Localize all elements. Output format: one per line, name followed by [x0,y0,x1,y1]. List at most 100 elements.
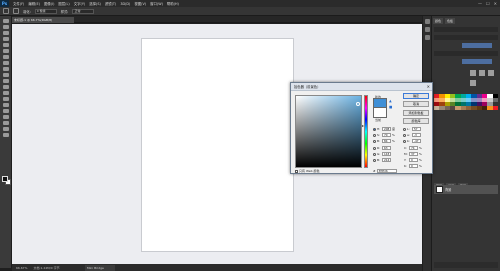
tab-swatches[interactable]: 色板 [445,18,456,24]
panel-blue-bar[interactable] [462,43,492,48]
input-s[interactable]: 70 [382,133,391,137]
maximize-icon[interactable]: ☐ [486,1,490,6]
properties-icon[interactable] [424,27,430,32]
input-c[interactable]: 74 [409,146,418,150]
move-tool-icon[interactable] [2,19,9,23]
panel-slider-row[interactable] [434,27,498,32]
blur-tool-icon[interactable] [2,91,9,95]
menu-window[interactable]: 窗口(W) [150,1,163,6]
menu-help[interactable]: 帮助(H) [167,1,179,6]
swatches-grid[interactable] [434,94,498,128]
out-of-gamut-icon[interactable]: ▲ [389,99,392,103]
menu-file[interactable]: 文件(F) [13,1,24,6]
adjustment-icon[interactable] [470,70,476,76]
color-field-cursor[interactable] [356,102,360,106]
zoom-tool-icon[interactable] [2,133,9,137]
hue-slider[interactable] [364,95,368,168]
input-a[interactable]: -3 [412,133,421,137]
radio-blue[interactable] [373,158,376,162]
shape-tool-icon[interactable] [2,121,9,125]
cancel-button[interactable]: 取消 [403,101,429,107]
current-color-swatch[interactable] [373,108,387,118]
close-icon[interactable]: ✕ [494,1,497,6]
history-icon[interactable] [424,19,430,24]
eyedropper-tool-icon[interactable] [2,49,9,53]
dialog-title: 拾色器（前景色） [291,83,432,91]
label-h: H: [377,127,381,131]
ok-button[interactable]: 确定 [403,93,429,99]
feather-input[interactable]: 0 像素 [34,8,57,14]
menu-3d[interactable]: 3D(D) [120,2,130,6]
document-tab[interactable]: 未标题-1 @ 66.7%(RGB/8) [12,17,74,23]
input-y[interactable]: 0 [409,158,418,162]
style-select[interactable]: 正常 [72,8,95,14]
radio-s[interactable] [373,133,376,137]
input-g[interactable]: 143 [382,152,391,156]
menu-view[interactable]: 视图(V) [134,1,146,6]
eraser-tool-icon[interactable] [2,79,9,83]
zoom-level[interactable]: 66.67% [16,266,27,270]
input-lab-b[interactable]: -47 [412,139,421,143]
close-icon[interactable]: ✕ [427,84,430,89]
add-to-swatches-button[interactable]: 添加到色板 [403,110,429,116]
radio-a[interactable] [403,133,406,137]
radio-b[interactable] [373,139,376,143]
foreground-background-colors[interactable] [2,176,11,185]
input-l[interactable]: 57 [412,127,421,131]
input-r[interactable]: 63 [382,146,391,150]
menu-type[interactable]: 文字(Y) [74,1,86,6]
input-k[interactable]: 0 [409,164,418,168]
adjustment-icon[interactable] [470,80,476,86]
dodge-tool-icon[interactable] [2,97,9,101]
marquee-tool-icon[interactable] [3,8,9,14]
mini-bridge-tab[interactable]: Mini Bridge [85,265,115,271]
input-b[interactable]: 84 [382,139,391,143]
menu-filter[interactable]: 滤镜(T) [105,1,117,6]
type-tool-icon[interactable] [2,109,9,113]
clone-stamp-tool-icon[interactable] [2,67,9,71]
minimize-icon[interactable]: — [478,1,482,6]
tab-color[interactable]: 颜色 [433,18,444,24]
web-safe-cube-icon[interactable]: ■ [389,105,392,109]
marquee-tool-icon[interactable] [2,25,9,29]
menu-layer[interactable]: 图层(L) [58,1,69,6]
healing-tool-icon[interactable] [2,55,9,59]
selection-mode-icon[interactable] [13,8,19,14]
radio-l[interactable] [403,127,406,131]
pen-tool-icon[interactable] [2,103,9,107]
lasso-tool-icon[interactable] [2,31,9,35]
input-h[interactable]: 208 [382,127,391,131]
gradient-tool-icon[interactable] [2,85,9,89]
adjustments-icon[interactable] [424,35,430,40]
quick-select-tool-icon[interactable] [2,37,9,41]
radio-lab-b[interactable] [403,139,406,143]
path-select-tool-icon[interactable] [2,115,9,119]
foreground-color-swatch[interactable] [2,176,8,182]
menu-edit[interactable]: 编辑(E) [28,1,40,6]
input-m[interactable]: 37 [409,152,418,156]
brush-tool-icon[interactable] [2,61,9,65]
adjustment-icon[interactable] [479,70,485,76]
menu-select[interactable]: 选择(S) [89,1,101,6]
hand-tool-icon[interactable] [2,127,9,131]
panel-slider-row[interactable] [434,51,498,56]
radio-r[interactable] [373,146,376,150]
hue-slider-arrow-icon[interactable]: ▸ [362,123,364,128]
web-only-checkbox[interactable] [295,169,298,173]
history-brush-tool-icon[interactable] [2,73,9,77]
label-a: a: [407,133,410,137]
panel-slider-row[interactable] [434,35,498,40]
radio-g[interactable] [373,152,376,156]
menu-image[interactable]: 图像(I) [44,1,54,6]
hex-input[interactable]: 3f8fd6 [376,169,397,173]
adjustment-icon[interactable] [488,70,494,76]
document-canvas[interactable] [141,38,294,252]
panel-blue-bar[interactable] [462,59,492,64]
style-label: 样式: [60,9,69,14]
color-field[interactable] [295,95,362,168]
crop-tool-icon[interactable] [2,43,9,47]
layer-row[interactable]: 背景 [434,185,498,194]
color-libraries-button[interactable]: 颜色库 [403,118,429,124]
input-blue[interactable]: 214 [382,158,391,162]
radio-h[interactable] [373,127,376,131]
